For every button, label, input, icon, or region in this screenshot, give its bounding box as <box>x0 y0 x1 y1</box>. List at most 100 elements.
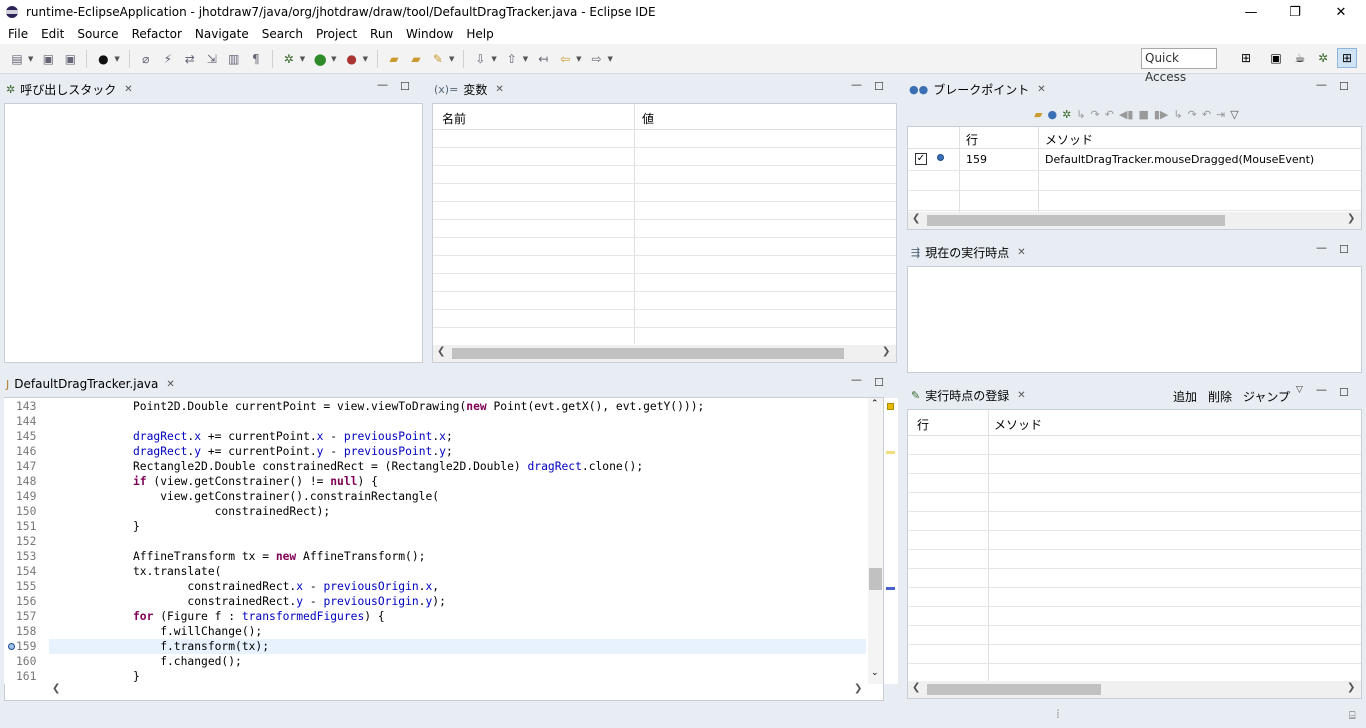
close-icon[interactable]: ✕ <box>495 84 503 95</box>
close-icon[interactable]: ✕ <box>1037 84 1045 95</box>
close-icon[interactable]: ✕ <box>1017 247 1025 258</box>
variables-hscrollbar[interactable]: ❮ ❯ <box>433 345 896 362</box>
view-menu-icon[interactable]: ▽ <box>1230 108 1238 121</box>
code-line[interactable]: 160 f.changed(); <box>4 654 866 669</box>
save-icon[interactable]: ▣ <box>39 50 57 68</box>
scroll-right-icon[interactable]: ❯ <box>854 683 862 694</box>
code-line[interactable]: 149 view.getConstrainer().constrainRecta… <box>4 489 866 504</box>
editor-tab[interactable]: J DefaultDragTracker.java ✕ <box>6 371 206 397</box>
exec-register-tab[interactable]: ✎ 実行時点の登録 ✕ <box>911 382 1111 408</box>
progress-icon[interactable]: ⌸ <box>1349 709 1356 723</box>
breakpoint-row[interactable]: ✓ 159 DefaultDragTracker.mouseDragged(Mo… <box>908 149 1361 171</box>
maximize-icon[interactable]: ☐ <box>874 80 884 93</box>
back-icon[interactable]: ⇦ <box>556 50 574 68</box>
menu-help[interactable]: Help <box>458 27 498 41</box>
open-folder-icon[interactable]: ▰ <box>407 50 425 68</box>
callstack-tab[interactable]: ✲ 呼び出しスタック ✕ <box>6 76 422 102</box>
close-icon[interactable]: ✕ <box>166 379 174 390</box>
skip-breakpoints-icon[interactable]: ⌀ <box>137 50 155 68</box>
java-perspective-icon[interactable]: ☕ <box>1290 48 1310 68</box>
scrollbar-thumb[interactable] <box>927 215 1225 226</box>
run-dropdown-icon[interactable]: ▼ <box>331 55 336 63</box>
forward-icon[interactable]: ⇨ <box>588 50 606 68</box>
open-type-icon[interactable]: ▰ <box>385 50 403 68</box>
link-breakpoint-icon[interactable]: ● <box>1047 108 1057 121</box>
column-value-header[interactable]: 値 <box>642 110 654 127</box>
close-icon[interactable]: ✕ <box>1017 390 1025 401</box>
current-line-marker[interactable] <box>886 587 895 590</box>
menu-project[interactable]: Project <box>308 27 362 41</box>
next-annotation-dropdown-icon[interactable]: ▼ <box>491 55 496 63</box>
scroll-right-icon[interactable]: ❯ <box>882 346 890 357</box>
code-line[interactable]: 152 <box>4 534 866 549</box>
task-dropdown-icon[interactable]: ▼ <box>449 55 454 63</box>
code-line[interactable]: 156 constrainedRect.y - previousOrigin.y… <box>4 594 866 609</box>
debug-bug-icon[interactable]: ✲ <box>1062 108 1071 121</box>
run-icon[interactable]: ● <box>311 50 329 68</box>
code-line[interactable]: 158 f.willChange(); <box>4 624 866 639</box>
open-task-icon[interactable]: ✎ <box>429 50 447 68</box>
variables-tab[interactable]: (x)= 変数 ✕ <box>434 76 634 102</box>
restore-button[interactable]: ❐ <box>1272 0 1318 24</box>
scroll-up-icon[interactable]: ⌃ <box>871 399 879 409</box>
use-step-filters-icon[interactable]: ⇲ <box>203 50 221 68</box>
last-edit-location-icon[interactable]: ↤ <box>534 50 552 68</box>
menu-refactor[interactable]: Refactor <box>124 27 187 41</box>
maximize-icon[interactable]: ☐ <box>1339 80 1349 93</box>
next-annotation-icon[interactable]: ⇩ <box>471 50 489 68</box>
step-icon[interactable]: ⚡ <box>159 50 177 68</box>
exec-register-hscrollbar[interactable]: ❮ ❯ <box>908 681 1361 698</box>
scroll-left-icon[interactable]: ❮ <box>912 682 920 693</box>
code-line[interactable]: 148 if (view.getConstrainer() != null) { <box>4 474 866 489</box>
coverage-icon[interactable]: ● <box>343 50 361 68</box>
breakpoints-hscrollbar[interactable]: ❮ ❯ <box>908 212 1361 229</box>
step-return-icon[interactable]: ↶ <box>1105 108 1114 121</box>
breakpoint-checkbox[interactable]: ✓ <box>915 153 927 165</box>
scroll-right-icon[interactable]: ❯ <box>1347 213 1355 224</box>
scroll-left-icon[interactable]: ❮ <box>912 213 920 224</box>
close-window-button[interactable]: ✕ <box>1318 0 1364 24</box>
minimize-icon[interactable]: — <box>1316 78 1327 91</box>
open-folder-icon[interactable]: ▰ <box>1034 108 1042 121</box>
menu-window[interactable]: Window <box>398 27 458 41</box>
code-editor[interactable]: 143 Point2D.Double currentPoint = view.vi… <box>4 398 868 684</box>
delete-button[interactable]: 削除 <box>1208 388 1232 405</box>
maximize-icon[interactable]: ☐ <box>874 376 884 389</box>
code-line[interactable]: 154 tx.translate( <box>4 564 866 579</box>
scrollbar-thumb[interactable] <box>869 568 882 590</box>
breakpoint-marker-icon[interactable] <box>8 643 15 650</box>
code-line[interactable]: 144 <box>4 414 866 429</box>
code-line[interactable]: 143 Point2D.Double currentPoint = view.vi… <box>4 399 866 414</box>
debug-dropdown-icon[interactable]: ▼ <box>300 55 305 63</box>
prev-annotation-dropdown-icon[interactable]: ▼ <box>523 55 528 63</box>
account-icon[interactable]: ● <box>94 50 112 68</box>
menu-run[interactable]: Run <box>362 27 398 41</box>
scroll-left-icon[interactable]: ❮ <box>437 346 445 357</box>
code-line[interactable]: 161} <box>4 669 866 684</box>
scroll-down-icon[interactable]: ⌄ <box>871 668 879 678</box>
minimize-icon[interactable]: — <box>851 78 862 91</box>
menu-search[interactable]: Search <box>254 27 308 41</box>
current-exec-tab[interactable]: ⇶ 現在の実行時点 ✕ <box>911 239 1111 265</box>
toggle-mark-icon[interactable]: ▥ <box>225 50 243 68</box>
column-method-header[interactable]: メソッド <box>1045 131 1093 148</box>
new-icon[interactable]: ▤ <box>8 50 26 68</box>
code-line[interactable]: 147 Rectangle2D.Double constrainedRect = … <box>4 459 866 474</box>
prev-annotation-icon[interactable]: ⇧ <box>503 50 521 68</box>
minimize-icon[interactable]: — <box>1316 383 1327 396</box>
minimize-icon[interactable]: — <box>851 373 862 386</box>
editor-vscrollbar[interactable]: ⌃ ⌄ <box>868 398 883 684</box>
breakpoints-tab[interactable]: ●● ブレークポイント ✕ <box>909 76 1109 102</box>
resume-icon[interactable]: ▮▶ <box>1154 108 1169 121</box>
step-return-icon[interactable]: ↶ <box>1202 108 1211 121</box>
new-dropdown-icon[interactable]: ▼ <box>28 55 33 63</box>
java-ee-perspective-icon[interactable]: ▣ <box>1266 48 1286 68</box>
coverage-dropdown-icon[interactable]: ▼ <box>363 55 368 63</box>
code-line[interactable]: 146 dragRect.y += currentPoint.y - previo… <box>4 444 866 459</box>
minimize-icon[interactable]: — <box>377 78 388 91</box>
maximize-icon[interactable]: ☐ <box>1339 386 1349 399</box>
maximize-icon[interactable]: ☐ <box>400 80 410 93</box>
view-menu-icon[interactable]: ▽ <box>1296 385 1303 395</box>
minimize-icon[interactable]: — <box>1316 241 1327 254</box>
terminate-icon[interactable]: ■ <box>1138 108 1148 121</box>
